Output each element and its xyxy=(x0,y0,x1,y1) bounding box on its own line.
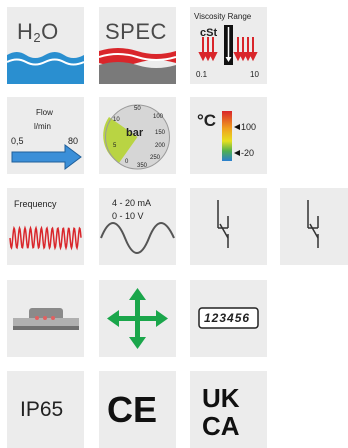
move-arrows-icon xyxy=(107,288,168,349)
switch-nc-icon xyxy=(307,200,319,248)
pressure-tick: 10 xyxy=(113,117,120,123)
pressure-tick: 50 xyxy=(134,106,141,112)
ukca-tile: UK CA xyxy=(190,371,267,448)
ce-tile: CE xyxy=(99,371,176,448)
spec-tile: SPEC xyxy=(99,7,176,84)
h2o-tile: H2O xyxy=(7,7,84,84)
temperature-high: 100 xyxy=(241,122,257,132)
switch-contact-tile-2 xyxy=(280,188,348,265)
counter-value: 123456 xyxy=(204,311,251,325)
switch-no-icon xyxy=(217,200,229,248)
ip-rating-label: IP65 xyxy=(20,398,64,421)
flow-unit: l/min xyxy=(34,122,51,131)
pressure-tick: 200 xyxy=(155,143,166,149)
viscosity-max: 10 xyxy=(250,70,259,79)
output-signal-tile: 4 - 20 mA 0 - 10 V xyxy=(99,188,176,265)
ukca-line1: UK xyxy=(202,383,240,413)
h2o-label: H2O xyxy=(17,19,59,45)
viscosity-min: 0.1 xyxy=(196,70,208,79)
pressure-unit: bar xyxy=(126,127,144,139)
viscosity-unit: cSt xyxy=(200,27,218,39)
counter-tile: 123456 xyxy=(190,280,267,357)
switch-contact-tile xyxy=(190,188,267,265)
mounting-clamp-icon xyxy=(13,308,79,330)
temperature-tile: °C 100 -20 xyxy=(190,97,267,174)
temperature-unit: °C xyxy=(197,111,217,130)
pressure-tick: 250 xyxy=(150,155,161,161)
viscosity-tile: Viscosity Range cSt 0.1 10 xyxy=(190,7,267,84)
pressure-tick: 100 xyxy=(153,114,164,120)
position-tile xyxy=(99,280,176,357)
viscosity-title: Viscosity Range xyxy=(194,12,252,21)
pressure-tile: bar 10 50 100 150 200 250 350 0 5 xyxy=(99,97,176,174)
ip65-tile: IP65 xyxy=(7,371,84,448)
temperature-low: -20 xyxy=(241,148,255,158)
ukca-line2: CA xyxy=(202,411,240,441)
pressure-tick: 350 xyxy=(137,163,148,169)
thermometer-icon xyxy=(222,111,240,161)
pressure-tick: 5 xyxy=(113,143,117,149)
pressure-tick: 150 xyxy=(155,130,166,136)
flow-tile: Flow l/min 0,5 80 xyxy=(7,97,84,174)
ukca-mark-icon: UK CA xyxy=(202,383,240,441)
ce-mark-text: CE xyxy=(107,389,157,430)
pressure-tick: 0 xyxy=(125,159,129,165)
output-voltage-range: 0 - 10 V xyxy=(112,211,144,221)
mounting-tile xyxy=(7,280,84,357)
flow-min: 0,5 xyxy=(11,136,24,146)
ce-mark-icon: CE xyxy=(107,389,157,430)
spec-label: SPEC xyxy=(105,19,167,44)
frequency-tile: Frequency xyxy=(7,188,84,265)
output-current-range: 4 - 20 mA xyxy=(112,198,152,208)
flow-title: Flow xyxy=(36,108,53,117)
frequency-label: Frequency xyxy=(14,199,57,209)
flow-max: 80 xyxy=(68,136,79,146)
